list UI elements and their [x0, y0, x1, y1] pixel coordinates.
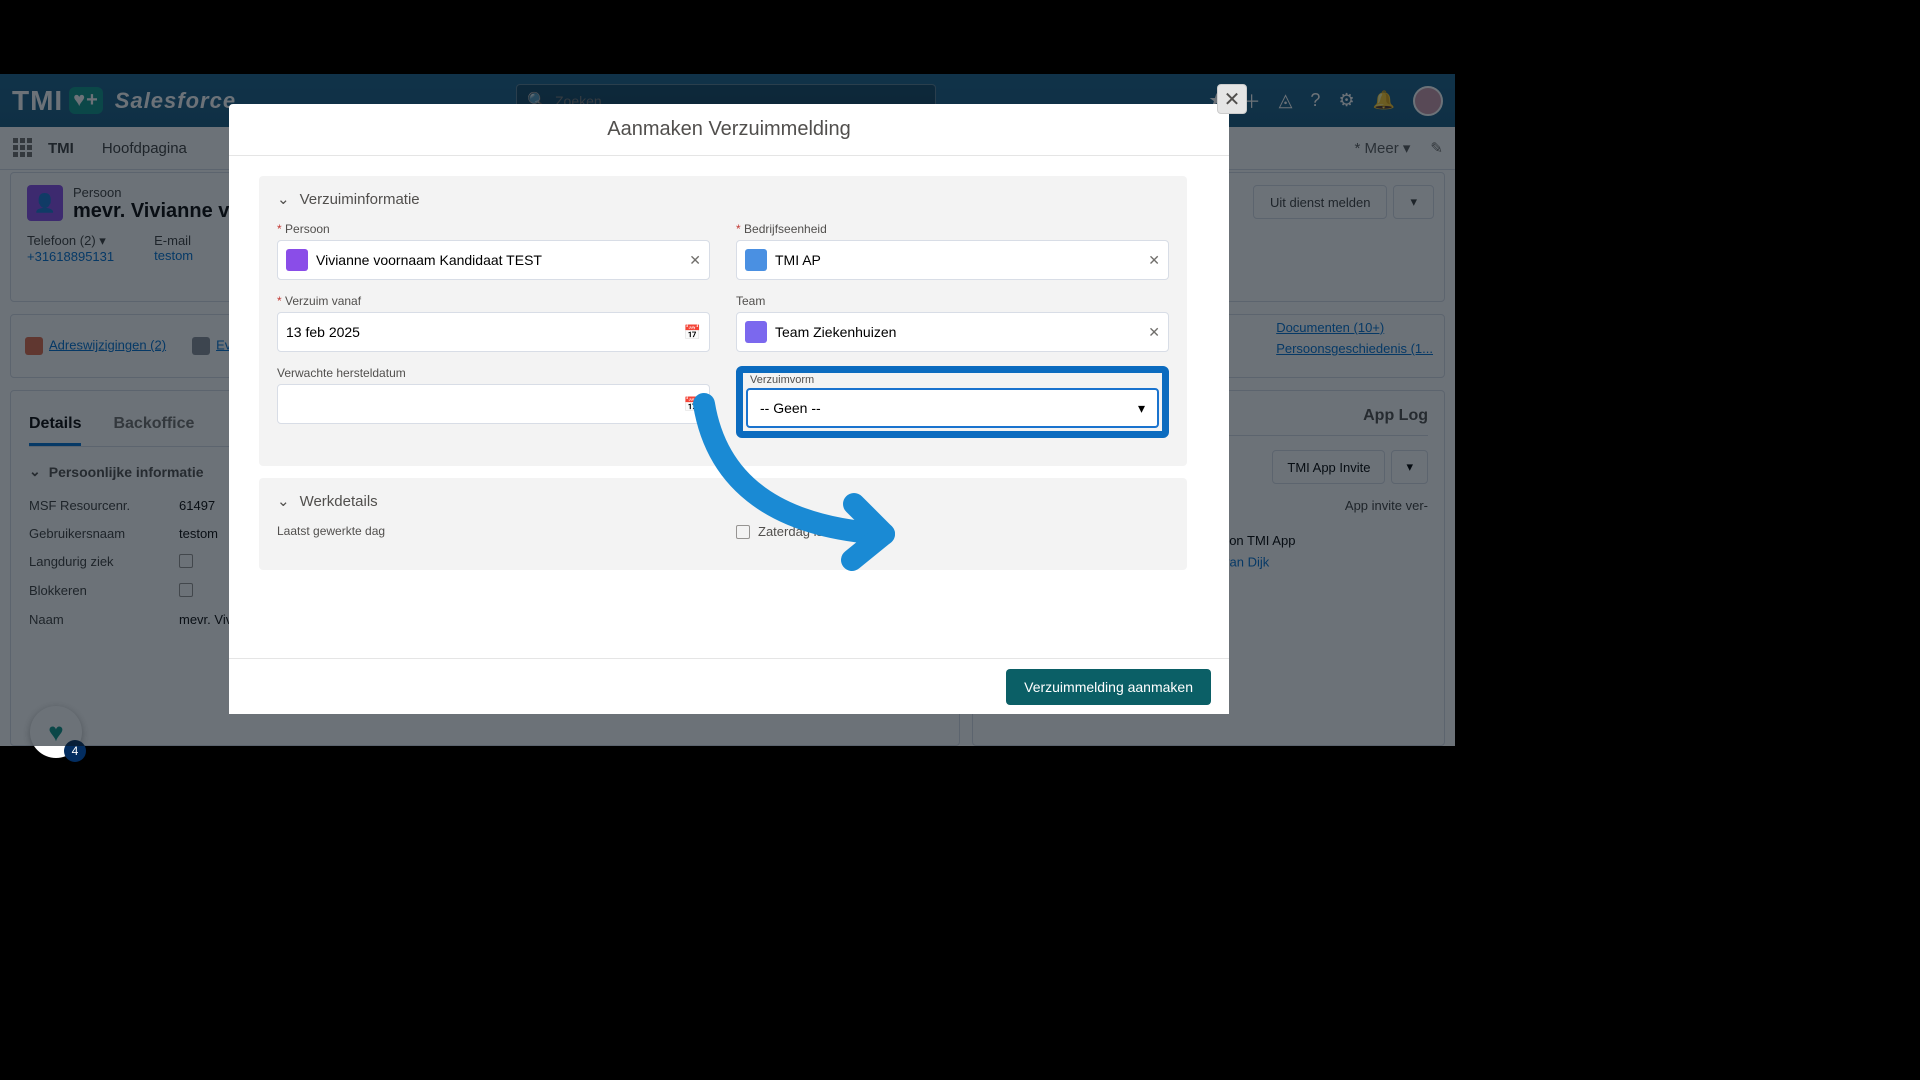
- person-icon: [286, 249, 308, 271]
- modal-verzuimmelding: ✕ Aanmaken Verzuimmelding ⌄Verzuiminform…: [229, 104, 1229, 714]
- clear-icon[interactable]: ✕: [1148, 324, 1160, 341]
- team-icon: [745, 321, 767, 343]
- label-laatst-gewerkt: Laatst gewerkte dag: [277, 524, 710, 538]
- lookup-bedrijf-value: TMI AP: [775, 252, 821, 268]
- lookup-bedrijfseenheid[interactable]: TMI AP ✕: [736, 240, 1169, 280]
- label-bedrijfseenheid: Bedrijfseenheid: [736, 222, 1169, 236]
- lookup-persoon[interactable]: Vivianne voornaam Kandidaat TEST ✕: [277, 240, 710, 280]
- lookup-persoon-value: Vivianne voornaam Kandidaat TEST: [316, 252, 542, 268]
- lookup-team[interactable]: Team Ziekenhuizen ✕: [736, 312, 1169, 352]
- close-icon[interactable]: ✕: [1217, 84, 1247, 114]
- select-verzuimvorm[interactable]: -- Geen -- ▾: [746, 388, 1159, 428]
- submit-button[interactable]: Verzuimmelding aanmaken: [1006, 669, 1211, 705]
- date-verzuim-vanaf[interactable]: 13 feb 2025 📅: [277, 312, 710, 352]
- label-team: Team: [736, 294, 1169, 308]
- checkbox-icon: [736, 525, 750, 539]
- chevron-down-icon: ⌄: [277, 190, 290, 208]
- date-hersteldatum[interactable]: 📅: [277, 384, 710, 424]
- clear-icon[interactable]: ✕: [689, 252, 701, 269]
- label-persoon: Persoon: [277, 222, 710, 236]
- modal-title: Aanmaken Verzuimmelding: [229, 104, 1229, 156]
- lookup-team-value: Team Ziekenhuizen: [775, 324, 896, 340]
- label-hersteldatum: Verwachte hersteldatum: [277, 366, 710, 380]
- label-verzuimvorm: Verzuimvorm: [750, 374, 1159, 386]
- highlight-box: Verzuimvorm -- Geen -- ▾: [736, 366, 1169, 438]
- checkbox-zaterdag[interactable]: Zaterdag is werkdag: [736, 524, 1169, 539]
- section-verzuiminformatie[interactable]: ⌄Verzuiminformatie: [277, 190, 1169, 208]
- org-icon: [745, 249, 767, 271]
- chevron-down-icon: ▾: [1138, 400, 1145, 417]
- calendar-icon[interactable]: 📅: [684, 396, 701, 413]
- date-vanaf-value: 13 feb 2025: [286, 324, 360, 340]
- clear-icon[interactable]: ✕: [1148, 252, 1160, 269]
- select-verzuimvorm-value: -- Geen --: [760, 400, 821, 416]
- zaterdag-label: Zaterdag is werkdag: [758, 524, 876, 539]
- calendar-icon[interactable]: 📅: [684, 324, 701, 341]
- label-verzuim-vanaf: Verzuim vanaf: [277, 294, 710, 308]
- chevron-down-icon: ⌄: [277, 492, 290, 510]
- section-werkdetails[interactable]: ⌄Werkdetails: [277, 492, 1169, 510]
